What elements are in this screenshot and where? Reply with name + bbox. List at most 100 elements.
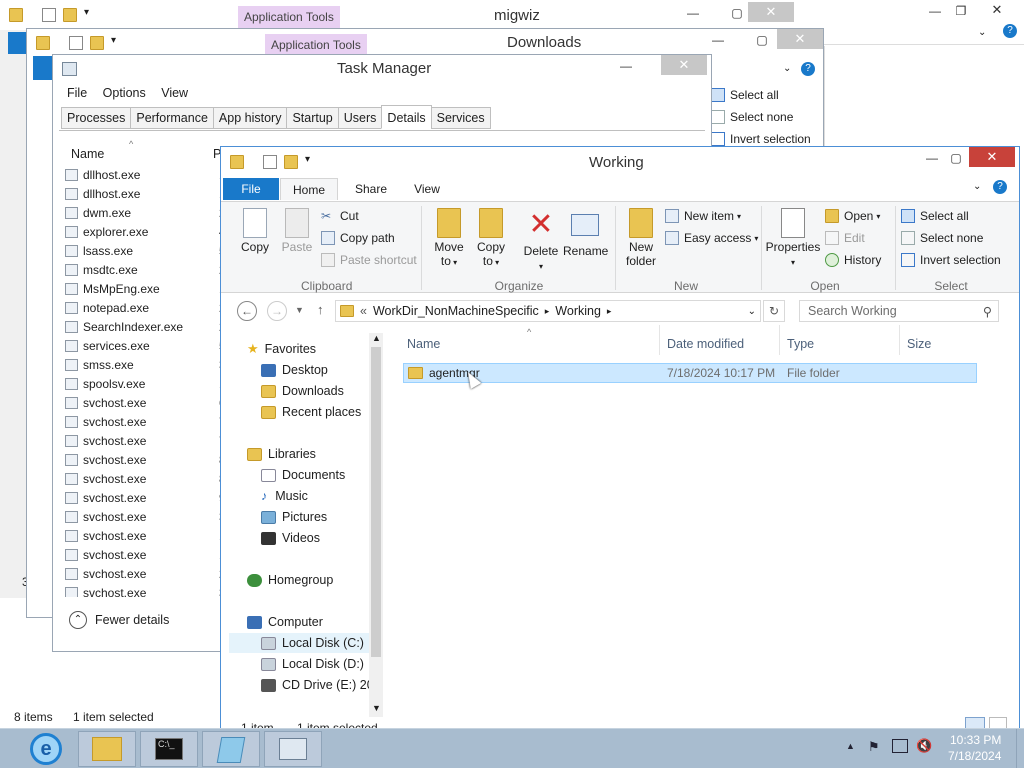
list-item[interactable]: MsMpEng.exe1: [65, 279, 223, 298]
show-hidden-icons-icon[interactable]: ▲: [846, 741, 855, 751]
address-overflow[interactable]: «: [360, 304, 367, 318]
address-dropdown-icon[interactable]: ⌄: [748, 306, 756, 317]
list-item[interactable]: svchost.exe8: [65, 450, 223, 469]
list-item[interactable]: svchost.exe8: [65, 469, 223, 488]
list-item[interactable]: explorer.exe4: [65, 222, 223, 241]
nav-computer[interactable]: Computer: [247, 612, 323, 632]
nav-downloads[interactable]: Downloads: [261, 381, 344, 401]
nav-pictures[interactable]: Pictures: [261, 507, 327, 527]
migwiz-app-tools[interactable]: Application Tools: [238, 6, 340, 28]
back-button[interactable]: ←: [237, 301, 257, 321]
tab-processes[interactable]: Processes: [61, 107, 132, 129]
maximize-button[interactable]: ▢: [943, 149, 969, 169]
invert-selection-button[interactable]: Invert selection: [901, 250, 1001, 270]
paste-button[interactable]: Paste: [279, 208, 315, 254]
table-row[interactable]: agentmgr 7/18/2024 10:17 PM File folder: [403, 363, 977, 383]
forward-button[interactable]: →: [267, 301, 287, 321]
column-type[interactable]: Type: [787, 337, 814, 351]
help-icon[interactable]: ?: [993, 180, 1007, 194]
breadcrumb-separator-icon[interactable]: ▸: [607, 306, 612, 317]
column-separator[interactable]: [779, 325, 780, 355]
minimize-button[interactable]: —: [680, 4, 706, 24]
close-button[interactable]: ✕: [974, 0, 1020, 20]
internet-explorer-icon[interactable]: e: [30, 733, 62, 765]
nav-homegroup[interactable]: Homegroup: [247, 570, 333, 590]
delete-button[interactable]: ✕ Delete ▾: [521, 208, 561, 274]
minimize-button[interactable]: —: [922, 2, 948, 22]
minimize-button[interactable]: —: [705, 31, 731, 51]
breadcrumb-separator-icon[interactable]: ▸: [545, 306, 550, 317]
chevron-down-icon[interactable]: ⌄: [783, 63, 791, 74]
scroll-down-icon[interactable]: ▼: [372, 703, 381, 713]
column-size[interactable]: Size: [907, 337, 931, 351]
nav-favorites[interactable]: ★ Favorites: [247, 339, 316, 359]
nav-videos[interactable]: Videos: [261, 528, 320, 548]
column-separator[interactable]: [899, 325, 900, 355]
rename-button[interactable]: Rename: [563, 208, 608, 258]
qat-dropdown-icon[interactable]: ▾: [305, 154, 310, 165]
new-folder-icon[interactable]: [63, 8, 77, 22]
minimize-button[interactable]: —: [613, 57, 639, 77]
tab-details[interactable]: Details: [381, 105, 432, 129]
help-icon[interactable]: ?: [801, 62, 815, 76]
clock-time[interactable]: 10:33 PM: [950, 733, 1001, 747]
file-explorer-taskbar-button[interactable]: [78, 731, 136, 767]
downloads-app-tools[interactable]: Application Tools: [265, 34, 367, 56]
flag-icon[interactable]: ⚑: [868, 739, 880, 755]
list-item[interactable]: dllhost.exe1: [65, 184, 223, 203]
paste-shortcut-button[interactable]: Paste shortcut: [321, 250, 417, 270]
minimize-button[interactable]: —: [919, 149, 945, 169]
list-item[interactable]: svchost.exe1: [65, 526, 223, 545]
volume-muted-icon[interactable]: 🔇: [916, 738, 932, 754]
list-item[interactable]: svchost.exe3: [65, 583, 223, 597]
list-item[interactable]: spoolsv.exe1: [65, 374, 223, 393]
tab-users[interactable]: Users: [337, 107, 383, 129]
list-item[interactable]: SearchIndexer.exe2: [65, 317, 223, 336]
list-item[interactable]: msdtc.exe2: [65, 260, 223, 279]
breadcrumb-working[interactable]: Working: [555, 304, 601, 318]
column-name[interactable]: Name: [71, 147, 104, 161]
navigation-scrollbar[interactable]: ▲ ▼: [369, 333, 383, 717]
scroll-thumb[interactable]: [371, 347, 381, 657]
edit-button[interactable]: Edit: [825, 228, 865, 248]
nav-local-d[interactable]: Local Disk (D:): [261, 654, 364, 674]
copy-to-button[interactable]: Copy to ▾: [473, 208, 509, 270]
new-item-button[interactable]: New item ▾: [665, 206, 741, 226]
move-to-button[interactable]: Move to ▾: [431, 208, 467, 270]
fewer-details-button[interactable]: ⌃ Fewer details: [69, 611, 169, 629]
history-button[interactable]: History: [825, 250, 881, 270]
properties-button[interactable]: Properties ▾: [765, 208, 821, 270]
tab-home[interactable]: Home: [280, 178, 338, 200]
close-button[interactable]: ✕: [748, 2, 794, 22]
list-item[interactable]: svchost.exe7: [65, 431, 223, 450]
nav-music[interactable]: ♪ Music: [261, 486, 308, 506]
select-all-button[interactable]: Select all: [711, 85, 779, 105]
chevron-down-icon[interactable]: ⌄: [978, 27, 986, 38]
list-item[interactable]: dwm.exe2: [65, 203, 223, 222]
tab-share[interactable]: Share: [351, 178, 391, 200]
qat-dropdown-icon[interactable]: ▾: [111, 35, 116, 46]
list-item[interactable]: notepad.exe2: [65, 298, 223, 317]
tab-startup[interactable]: Startup: [286, 107, 339, 129]
chevron-down-icon[interactable]: ⌄: [973, 181, 981, 192]
refresh-button[interactable]: ↻: [763, 300, 785, 322]
breadcrumb-workdir[interactable]: WorkDir_NonMachineSpecific: [373, 304, 539, 318]
list-item[interactable]: lsass.exe5: [65, 241, 223, 260]
properties-icon[interactable]: [69, 36, 83, 50]
menu-view[interactable]: View: [161, 86, 188, 100]
address-bar[interactable]: « WorkDir_NonMachineSpecific ▸ Working ▸…: [335, 300, 761, 322]
nav-documents[interactable]: Documents: [261, 465, 345, 485]
open-button[interactable]: Open ▾: [825, 206, 880, 226]
copy-path-button[interactable]: Copy path: [321, 228, 395, 248]
notepad-taskbar-button[interactable]: [202, 731, 260, 767]
search-box[interactable]: Search Working ⚲: [799, 300, 999, 322]
nav-cd-drive[interactable]: CD Drive (E:) 201: [261, 675, 381, 695]
menu-options[interactable]: Options: [103, 86, 146, 100]
cut-button[interactable]: ✂ Cut: [321, 206, 359, 226]
new-folder-icon[interactable]: [90, 36, 104, 50]
search-icon[interactable]: ⚲: [983, 304, 992, 319]
close-button[interactable]: ✕: [661, 55, 707, 75]
maximize-button[interactable]: ❐: [948, 2, 974, 22]
scroll-up-icon[interactable]: ▲: [372, 333, 381, 343]
select-all-button[interactable]: Select all: [901, 206, 969, 226]
